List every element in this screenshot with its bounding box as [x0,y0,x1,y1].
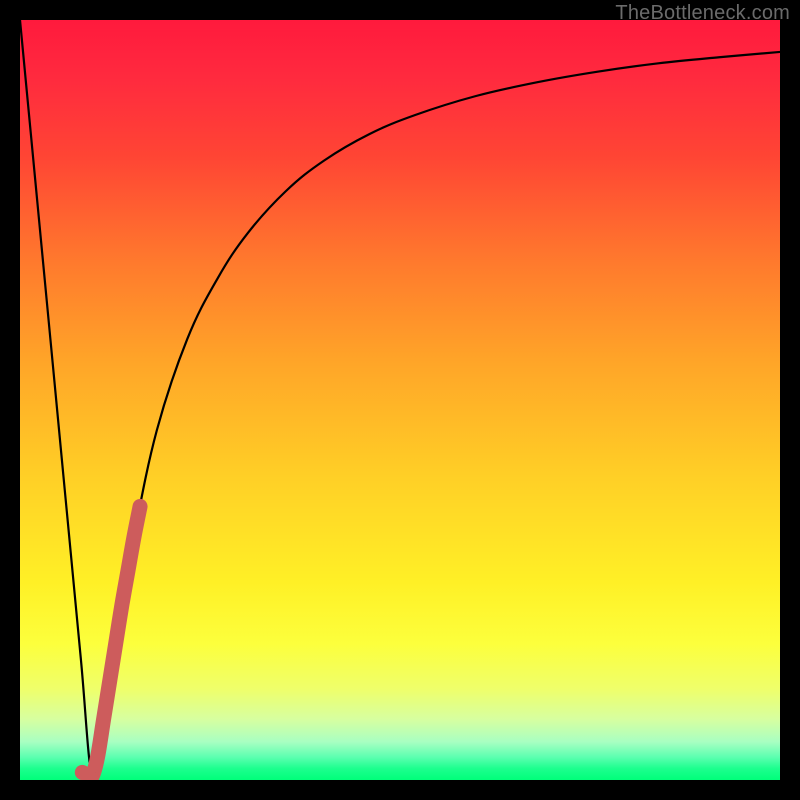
chart-stage: TheBottleneck.com [0,0,800,800]
bottleneck-curve [20,20,780,778]
highlight-segment [82,506,140,777]
plot-area [20,20,780,780]
curve-layer [20,20,780,780]
